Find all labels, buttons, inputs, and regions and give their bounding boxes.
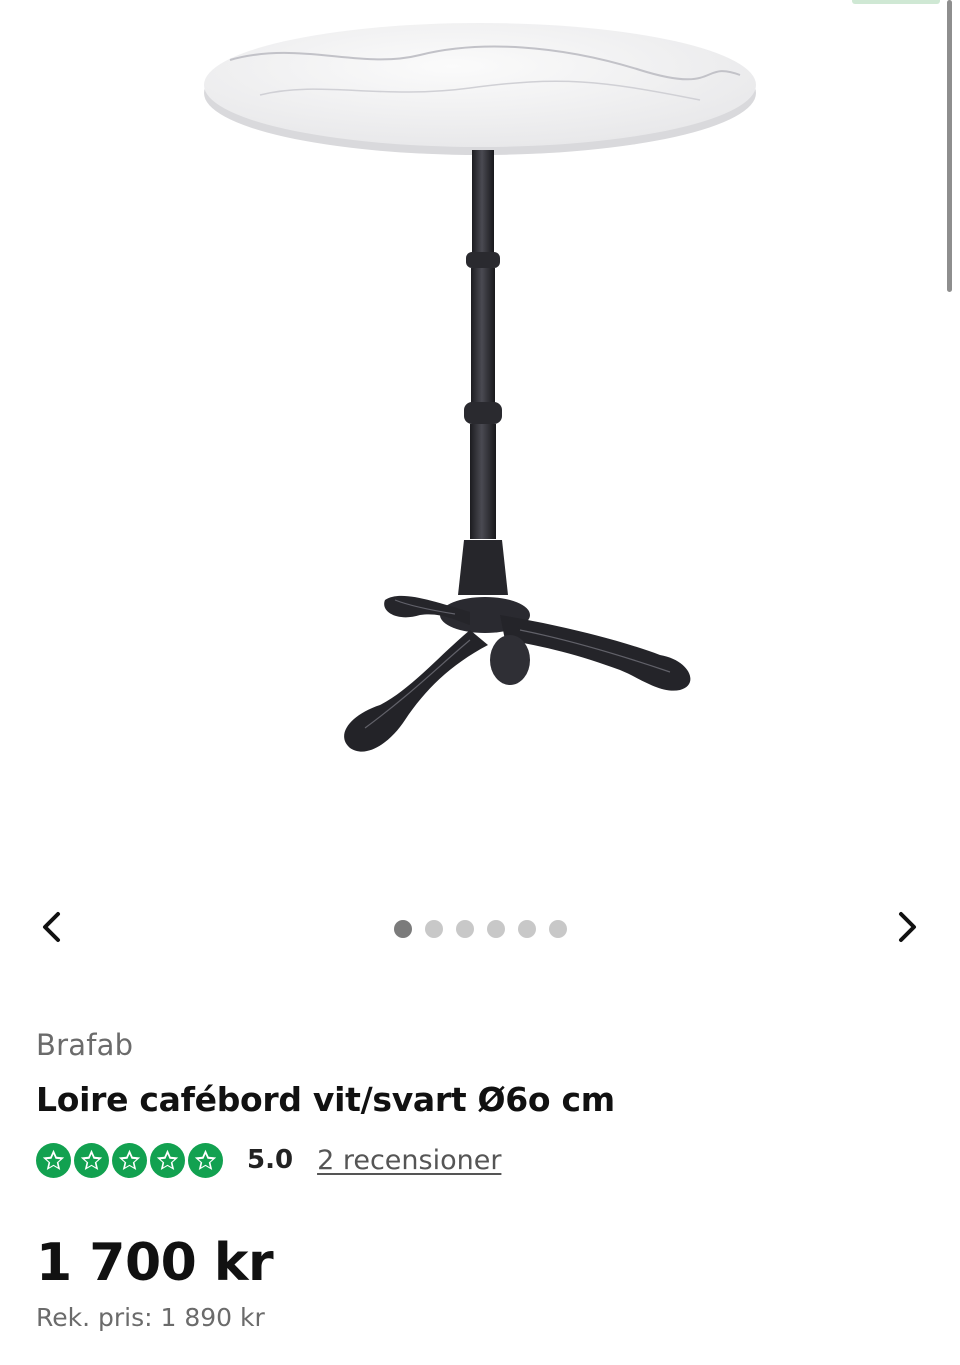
rating-stars xyxy=(36,1142,223,1178)
star-icon xyxy=(36,1142,71,1178)
slide-dot-5[interactable] xyxy=(518,920,536,938)
recommended-price: Rek. pris: 1 890 kr xyxy=(36,1303,265,1332)
product-title: Loire cafébord vit/svart Ø6o cm xyxy=(36,1080,615,1119)
product-image-gallery xyxy=(0,0,960,942)
star-icon xyxy=(188,1142,223,1178)
rating-score: 5.0 xyxy=(247,1145,294,1175)
brand-name[interactable]: Brafab xyxy=(36,1028,133,1062)
product-image[interactable] xyxy=(0,0,960,880)
chevron-left-icon xyxy=(43,912,60,942)
star-icon xyxy=(112,1142,147,1178)
previous-image-button[interactable] xyxy=(26,902,76,952)
slide-dot-1[interactable] xyxy=(394,920,412,938)
chevron-right-icon xyxy=(899,912,916,942)
slide-dot-6[interactable] xyxy=(549,920,567,938)
reviews-link[interactable]: 2 recensioner xyxy=(317,1145,501,1176)
star-icon xyxy=(74,1142,109,1178)
product-page: Brafab Loire cafébord vit/svart Ø6o cm 5… xyxy=(0,0,960,1365)
rating-summary: 5.0 2 recensioner xyxy=(36,1140,501,1180)
slide-dot-2[interactable] xyxy=(425,920,443,938)
product-price: 1 700 kr xyxy=(36,1233,274,1293)
slide-dot-3[interactable] xyxy=(456,920,474,938)
next-image-button[interactable] xyxy=(883,902,933,952)
slide-indicator xyxy=(394,919,567,939)
slide-dot-4[interactable] xyxy=(487,920,505,938)
star-icon xyxy=(150,1142,185,1178)
